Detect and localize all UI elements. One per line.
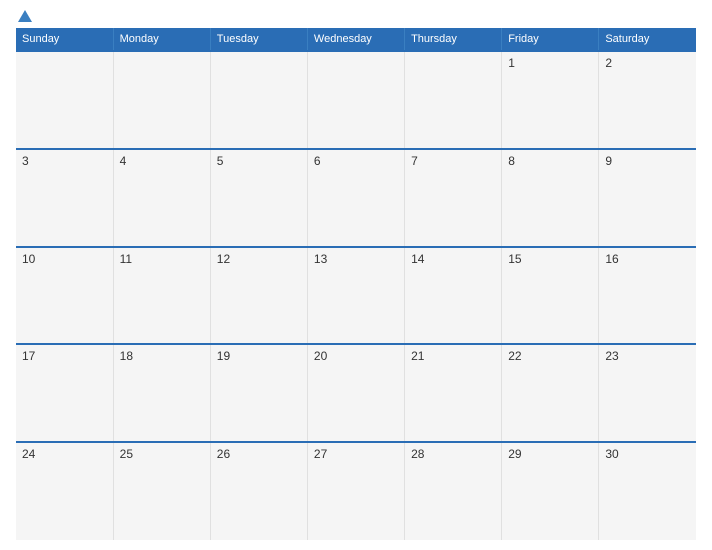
day-cell-29: 29: [502, 442, 599, 540]
weekday-header-row: SundayMondayTuesdayWednesdayThursdayFrid…: [16, 28, 696, 51]
day-number: 15: [508, 252, 521, 266]
day-cell-15: 15: [502, 247, 599, 345]
day-number: 20: [314, 349, 327, 363]
weekday-header-saturday: Saturday: [599, 28, 696, 51]
day-number: 30: [605, 447, 618, 461]
empty-cell: [113, 51, 210, 149]
day-number: 19: [217, 349, 230, 363]
day-cell-12: 12: [210, 247, 307, 345]
day-number: 5: [217, 154, 224, 168]
day-cell-26: 26: [210, 442, 307, 540]
weekday-header-sunday: Sunday: [16, 28, 113, 51]
day-number: 26: [217, 447, 230, 461]
day-number: 23: [605, 349, 618, 363]
day-cell-21: 21: [405, 344, 502, 442]
day-cell-6: 6: [307, 149, 404, 247]
day-number: 9: [605, 154, 612, 168]
week-row-0: 12: [16, 51, 696, 149]
empty-cell: [16, 51, 113, 149]
day-number: 4: [120, 154, 127, 168]
day-number: 14: [411, 252, 424, 266]
day-number: 3: [22, 154, 29, 168]
day-cell-20: 20: [307, 344, 404, 442]
day-number: 29: [508, 447, 521, 461]
logo-blue-row: [18, 10, 36, 22]
day-cell-7: 7: [405, 149, 502, 247]
day-number: 25: [120, 447, 133, 461]
week-row-3: 17 18 19 20 21 22 23: [16, 344, 696, 442]
day-cell-8: 8: [502, 149, 599, 247]
day-cell-17: 17: [16, 344, 113, 442]
day-cell-11: 11: [113, 247, 210, 345]
week-row-2: 10 11 12 13 14 15 16: [16, 247, 696, 345]
day-cell-2: 2: [599, 51, 696, 149]
day-number: 12: [217, 252, 230, 266]
day-cell-28: 28: [405, 442, 502, 540]
empty-cell: [210, 51, 307, 149]
day-number: 17: [22, 349, 35, 363]
day-cell-30: 30: [599, 442, 696, 540]
empty-cell: [405, 51, 502, 149]
day-cell-24: 24: [16, 442, 113, 540]
day-cell-4: 4: [113, 149, 210, 247]
day-cell-25: 25: [113, 442, 210, 540]
week-row-1: 3 4 5 6 7 8 9: [16, 149, 696, 247]
week-row-4: 24 25 26 27 28 29 30: [16, 442, 696, 540]
day-cell-1: 1: [502, 51, 599, 149]
day-cell-27: 27: [307, 442, 404, 540]
day-number: 18: [120, 349, 133, 363]
calendar-table: SundayMondayTuesdayWednesdayThursdayFrid…: [16, 28, 696, 540]
day-cell-13: 13: [307, 247, 404, 345]
weekday-header-monday: Monday: [113, 28, 210, 51]
day-number: 16: [605, 252, 618, 266]
day-cell-9: 9: [599, 149, 696, 247]
weekday-header-tuesday: Tuesday: [210, 28, 307, 51]
day-number: 11: [120, 252, 132, 266]
day-cell-10: 10: [16, 247, 113, 345]
day-number: 13: [314, 252, 327, 266]
day-number: 24: [22, 447, 35, 461]
day-number: 2: [605, 56, 612, 70]
day-number: 10: [22, 252, 35, 266]
weekday-header-thursday: Thursday: [405, 28, 502, 51]
day-number: 1: [508, 56, 515, 70]
logo-triangle-icon: [18, 10, 32, 22]
day-cell-3: 3: [16, 149, 113, 247]
empty-cell: [307, 51, 404, 149]
day-cell-22: 22: [502, 344, 599, 442]
day-number: 6: [314, 154, 321, 168]
day-cell-18: 18: [113, 344, 210, 442]
day-number: 7: [411, 154, 418, 168]
day-number: 27: [314, 447, 327, 461]
weekday-header-wednesday: Wednesday: [307, 28, 404, 51]
logo: [18, 10, 36, 22]
day-cell-23: 23: [599, 344, 696, 442]
day-cell-16: 16: [599, 247, 696, 345]
day-cell-5: 5: [210, 149, 307, 247]
day-number: 8: [508, 154, 515, 168]
weekday-header-friday: Friday: [502, 28, 599, 51]
calendar-header: [16, 10, 696, 22]
day-cell-19: 19: [210, 344, 307, 442]
day-number: 21: [411, 349, 424, 363]
day-number: 28: [411, 447, 424, 461]
day-cell-14: 14: [405, 247, 502, 345]
day-number: 22: [508, 349, 521, 363]
